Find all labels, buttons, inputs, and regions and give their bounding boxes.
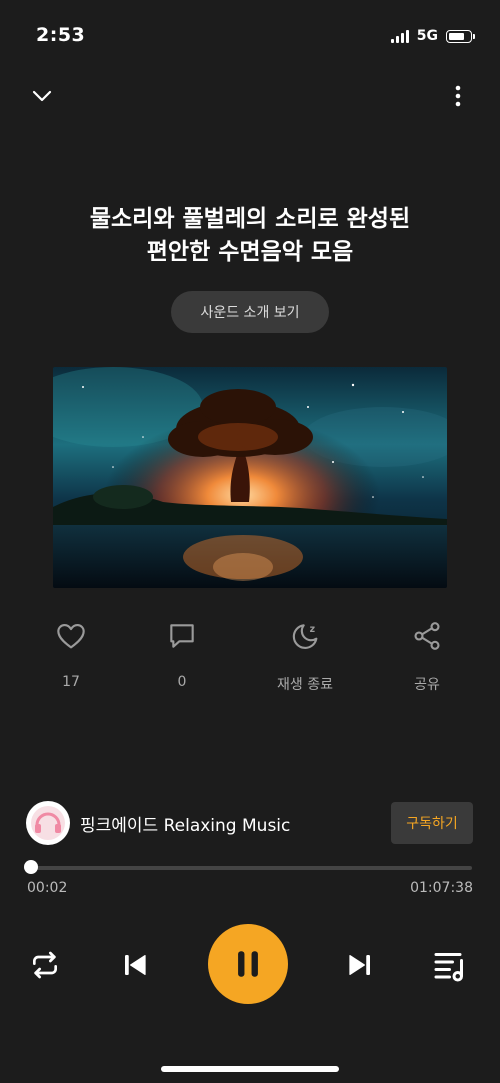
album-artwork xyxy=(53,367,447,588)
subscribe-button[interactable]: 구독하기 xyxy=(391,802,473,844)
chevron-down-icon[interactable] xyxy=(30,84,54,112)
like-action[interactable]: 17 xyxy=(21,620,121,690)
sleep-timer-action[interactable]: z 재생 종료 xyxy=(255,620,355,694)
progress-handle[interactable] xyxy=(24,860,39,874)
more-vertical-icon[interactable] xyxy=(446,84,470,112)
status-indicators: 5G xyxy=(390,28,475,44)
home-indicator xyxy=(161,1066,339,1072)
share-label: 공유 xyxy=(414,677,440,693)
artist-row[interactable]: 핑크에이드 Relaxing Music xyxy=(26,800,290,846)
share-icon xyxy=(414,622,440,650)
total-time: 01:07:38 xyxy=(410,880,473,896)
next-icon[interactable] xyxy=(343,948,377,982)
pause-icon xyxy=(238,951,258,977)
network-label: 5G xyxy=(416,28,438,44)
artist-avatar[interactable] xyxy=(26,801,70,845)
track-title: 물소리와 풀벌레의 소리로 완성된 편안한 수면음악 모음 xyxy=(0,203,500,269)
repeat-icon[interactable] xyxy=(28,948,62,982)
progress-bar[interactable] xyxy=(30,866,472,870)
svg-text:z: z xyxy=(310,624,315,635)
signal-icon xyxy=(390,29,409,43)
track-title-line2: 편안한 수면음악 모음 xyxy=(146,239,354,265)
track-title-line1: 물소리와 풀벌레의 소리로 완성된 xyxy=(89,206,411,232)
current-time: 00:02 xyxy=(27,880,68,896)
playlist-icon[interactable] xyxy=(432,946,470,984)
previous-icon[interactable] xyxy=(118,948,152,982)
status-time: 2:53 xyxy=(36,24,86,46)
sleep-timer-icon: z xyxy=(292,624,318,649)
share-action[interactable]: 공유 xyxy=(377,620,477,694)
artist-name[interactable]: 핑크에이드 Relaxing Music xyxy=(80,811,290,836)
heart-icon xyxy=(57,624,85,649)
sound-intro-button[interactable]: 사운드 소개 보기 xyxy=(171,291,329,333)
pause-button[interactable] xyxy=(208,924,288,1004)
sleep-timer-label: 재생 종료 xyxy=(277,677,333,693)
comment-icon xyxy=(170,624,194,648)
like-count: 17 xyxy=(62,674,80,690)
comment-action[interactable]: 0 xyxy=(132,620,232,690)
comment-count: 0 xyxy=(177,674,187,690)
battery-icon xyxy=(446,29,475,43)
